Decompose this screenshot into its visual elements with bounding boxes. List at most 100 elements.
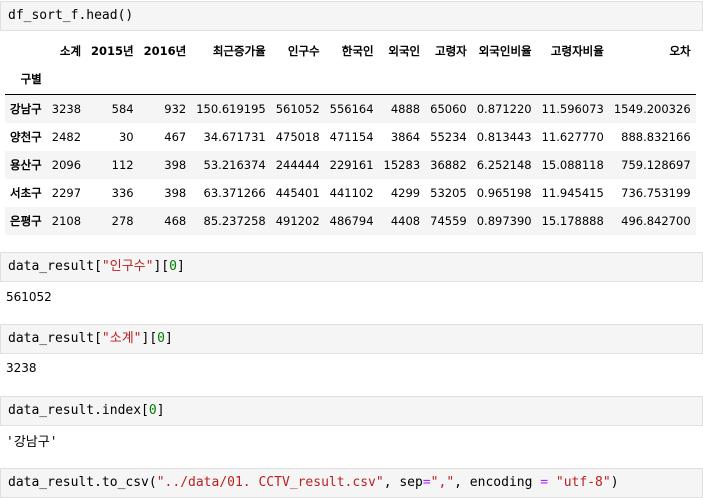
code-text: ] (164, 331, 173, 346)
table-cell: 1549.200326 (613, 101, 691, 116)
table-cell: 398 (164, 157, 187, 172)
table-cell: 475018 (275, 129, 320, 144)
code-cell-subtotal[interactable]: data_result["소계"][0] (0, 324, 703, 354)
table-cell: 3864 (390, 129, 421, 144)
table-cell: 561052 (275, 101, 320, 116)
column-header: 외국인 (388, 44, 421, 58)
table-cell: 441102 (329, 185, 374, 200)
table-cell: 11.627770 (541, 129, 604, 144)
table-cell: 0.897390 (476, 213, 532, 228)
table-cell: 55234 (430, 129, 467, 144)
table-cell: 4408 (390, 213, 421, 228)
table-cell: 932 (164, 101, 187, 116)
column-header-row: 소계 2015년 2016년 최근증가율 인구수 한국인 외국인 고령자 외국인… (5, 38, 696, 64)
table-row: 은평구 2108 278 468 85.237258 491202 486794… (5, 206, 696, 235)
code-cell-index[interactable]: data_result.index[0] (0, 396, 703, 426)
table-cell: 53.216374 (203, 157, 266, 172)
row-index: 용산구 (10, 157, 42, 172)
table-cell: 468 (164, 213, 187, 228)
table-cell: 244444 (275, 157, 320, 172)
code-text: ] (176, 259, 185, 274)
column-header: 2015년 (91, 44, 134, 58)
table-cell: 11.945415 (541, 185, 604, 200)
table-cell: 4888 (390, 101, 421, 116)
table-cell: 6.252148 (476, 157, 532, 172)
code-text: data_result.to_csv( (8, 475, 157, 490)
table-cell: 150.619195 (196, 101, 266, 116)
table-cell: 11.596073 (541, 101, 604, 116)
column-header: 오차 (669, 44, 691, 58)
code-string: "../data/01. CCTV_result.csv" (156, 475, 384, 490)
table-row: 강남구 3238 584 932 150.619195 561052 55616… (5, 94, 696, 123)
code-text: ] (156, 403, 165, 418)
table-cell: 53205 (430, 185, 467, 200)
code-text: data_result[ (8, 331, 102, 346)
code-operator: = (540, 475, 549, 490)
table-cell: 398 (164, 185, 187, 200)
code-string: "소계" (101, 331, 142, 346)
table-cell: 0.965198 (476, 185, 532, 200)
table-cell: 556164 (329, 101, 374, 116)
table-cell: 74559 (430, 213, 467, 228)
table-cell: 486794 (329, 213, 374, 228)
table-cell: 229161 (329, 157, 374, 172)
table-cell: 2108 (51, 213, 82, 228)
cell-output: 561052 (6, 290, 52, 304)
code-text: , encoding (454, 475, 541, 490)
code-number: 0 (148, 403, 157, 418)
table-cell: 3238 (51, 101, 82, 116)
table-cell: 471154 (329, 129, 374, 144)
code-cell-population[interactable]: data_result["인구수"][0] (0, 252, 703, 282)
table-cell: 65060 (430, 101, 467, 116)
column-header: 최근증가율 (212, 44, 266, 58)
table-cell: 491202 (275, 213, 320, 228)
row-index: 은평구 (10, 213, 42, 228)
table-cell: 496.842700 (621, 213, 691, 228)
code-cell-to-csv[interactable]: data_result.to_csv("../data/01. CCTV_res… (0, 468, 703, 498)
code-string: "utf-8" (555, 475, 611, 490)
code-text: data_result.index[ (8, 403, 149, 418)
column-header: 한국인 (341, 44, 374, 58)
code-string: "," (430, 475, 455, 490)
table-row: 용산구 2096 112 398 53.216374 244444 229161… (5, 150, 696, 179)
table-cell: 888.832166 (621, 129, 691, 144)
code-text: , sep (383, 475, 423, 490)
table-cell: 15.178888 (541, 213, 604, 228)
row-index: 강남구 (10, 101, 42, 116)
code-cell-head[interactable]: df_sort_f.head() (0, 1, 703, 31)
table-cell: 112 (111, 157, 134, 172)
row-index: 양천구 (10, 129, 42, 144)
index-header-blank (5, 38, 47, 64)
code-operator: = (422, 475, 431, 490)
dataframe-output: 소계 2015년 2016년 최근증가율 인구수 한국인 외국인 고령자 외국인… (5, 38, 696, 235)
table-cell: 4299 (390, 185, 421, 200)
table-cell: 736.753199 (621, 185, 691, 200)
code-number: 0 (169, 259, 177, 274)
table-row: 서초구 2297 336 398 63.371266 445401 441102… (5, 179, 696, 207)
code-text: data_result[ (8, 259, 102, 274)
column-header: 인구수 (287, 44, 320, 58)
code-text: ][ (153, 259, 170, 274)
index-name-row: 구별 (5, 64, 696, 95)
table-cell: 15283 (383, 157, 421, 172)
cell-output: '강남구' (6, 435, 58, 450)
table-cell: 467 (164, 129, 187, 144)
column-header: 고령자비율 (550, 44, 604, 58)
index-name: 구별 (5, 64, 47, 95)
code-string: "인구수" (101, 259, 154, 274)
table-row: 양천구 2482 30 467 34.671731 475018 471154 … (5, 123, 696, 151)
column-header: 고령자 (434, 44, 467, 58)
row-index: 서초구 (10, 185, 42, 200)
table-cell: 36882 (430, 157, 467, 172)
table-cell: 278 (111, 213, 134, 228)
code-text: ][ (141, 331, 158, 346)
table-cell: 445401 (275, 185, 320, 200)
table-cell: 2096 (51, 157, 82, 172)
table-cell: 85.237258 (203, 213, 266, 228)
cell-output: 3238 (6, 361, 37, 375)
column-header: 소계 (59, 44, 82, 58)
code-text: df_sort_f.head() (8, 8, 134, 23)
table-cell: 336 (111, 185, 134, 200)
table-cell: 0.871220 (476, 101, 532, 116)
